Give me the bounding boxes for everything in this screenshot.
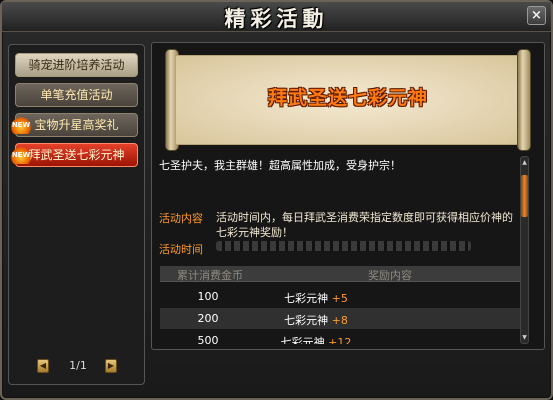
activity-content-label: 活动内容 (159, 212, 203, 225)
header-reward: 奖励内容 (368, 269, 412, 282)
details-scrollbar[interactable]: ▲ ▼ (520, 156, 529, 344)
sidebar-item-single-recharge[interactable]: 单笔充值活动 (15, 83, 138, 107)
scroll-paper: 拜武圣送七彩元神 (176, 55, 520, 145)
sidebar-item-label: 骑宠进阶培养活动 (28, 58, 125, 72)
reward-bonus: +5 (331, 292, 348, 305)
scroll-up-icon[interactable]: ▲ (521, 158, 528, 167)
activity-intro: 七圣护夫，我主群雄！超高属性加成，受身护宗！ (159, 159, 401, 172)
sidebar-item-label: 单笔充值活动 (40, 88, 113, 102)
scroll-roller-right (517, 49, 531, 151)
reward-cell: 七彩元神 +12 (256, 334, 376, 344)
sidebar-item-wusheng-gift[interactable]: NEW 拜武圣送七彩元神 (10, 143, 138, 167)
banner-title: 拜武圣送七彩元神 (267, 87, 428, 109)
title-bar: 精彩活動 × (2, 2, 551, 32)
close-button[interactable]: × (527, 6, 546, 25)
reward-item: 七彩元神 (284, 292, 329, 305)
scroll-down-icon[interactable]: ▼ (521, 333, 528, 342)
table-row: 200 七彩元神 +8 (160, 308, 520, 329)
reward-item: 七彩元神 (284, 314, 329, 327)
sidebar-item-label: 拜武圣送七彩元神 (28, 148, 125, 162)
new-badge-icon: NEW (10, 117, 32, 134)
page-indicator: 1/1 (69, 359, 87, 372)
sidebar-item-label: 宝物升星高奖礼 (34, 118, 119, 132)
activity-content-text: 活动时间内，每日拜武圣消费荣指定数度即可获得相应价神的七彩元神奖励！ (216, 211, 513, 239)
reward-bonus: +8 (331, 314, 348, 327)
cost-cell: 500 (197, 334, 219, 344)
reward-cell: 七彩元神 +5 (256, 290, 376, 306)
reward-cell: 七彩元神 +8 (256, 312, 376, 328)
table-row: 500 七彩元神 +12 (160, 330, 520, 344)
reward-table: 累计消费金币 奖励内容 100 七彩元神 +5 200 七彩元神 +8 500 … (160, 266, 520, 344)
scroll-banner: 拜武圣送七彩元神 (165, 49, 531, 151)
cost-cell: 200 (197, 312, 219, 325)
table-row: 100 七彩元神 +5 (160, 286, 520, 307)
sidebar-item-mount-training[interactable]: 骑宠进阶培养活动 (15, 53, 138, 77)
scroll-thumb[interactable] (521, 175, 528, 217)
reward-item: 七彩元神 (280, 336, 325, 344)
reward-bonus: +12 (328, 336, 352, 344)
activity-list: 骑宠进阶培养活动 单笔充值活动 NEW 宝物升星高奖礼 NEW 拜武圣送七彩元神… (8, 44, 145, 385)
header-cost: 累计消费金币 (177, 269, 243, 282)
activity-time-redacted (216, 241, 471, 251)
sidebar-item-treasure-star[interactable]: NEW 宝物升星高奖礼 (10, 113, 138, 137)
window-title: 精彩活動 (224, 6, 329, 31)
table-header: 累计消费金币 奖励内容 (160, 266, 520, 282)
pager: ◀ 1/1 ▶ (37, 359, 117, 375)
cost-cell: 100 (197, 290, 219, 303)
prev-page-button[interactable]: ◀ (37, 359, 49, 373)
activity-time-label: 活动时间 (159, 243, 203, 256)
next-page-button[interactable]: ▶ (105, 359, 117, 373)
new-badge-icon: NEW (10, 147, 32, 164)
